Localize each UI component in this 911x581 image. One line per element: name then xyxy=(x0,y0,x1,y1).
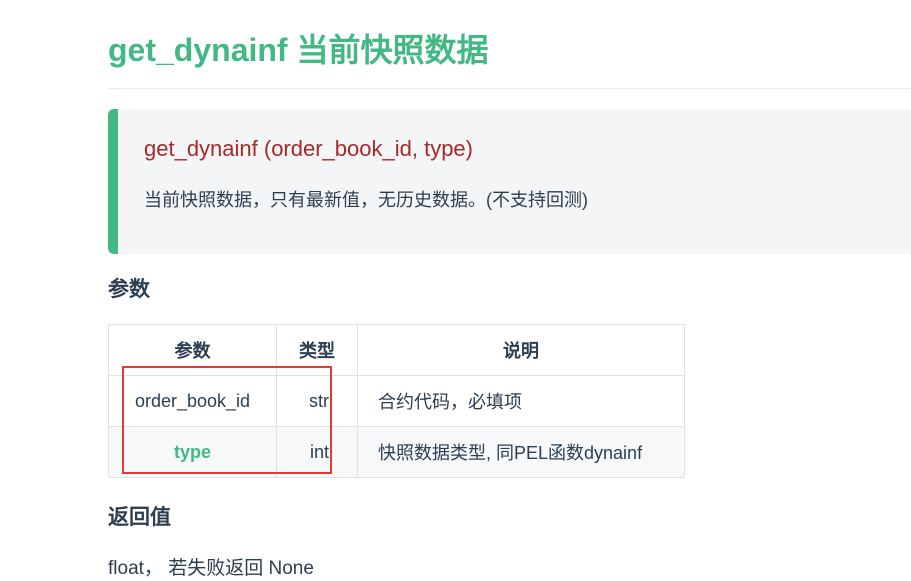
params-heading: 参数 xyxy=(108,278,150,301)
param-type-cell: int xyxy=(276,426,358,478)
callout-accent-bar xyxy=(108,109,118,254)
returns-heading: 返回值 xyxy=(108,506,171,529)
param-desc-cell: 快照数据类型, 同PEL函数dynainf xyxy=(357,426,685,478)
function-callout: get_dynainf (order_book_id, type) 当前快照数据… xyxy=(108,109,911,254)
function-signature: get_dynainf (order_book_id, type) xyxy=(144,136,473,161)
title-divider xyxy=(108,88,911,89)
param-name-cell: type xyxy=(108,426,277,478)
column-header-param: 参数 xyxy=(108,324,277,376)
table-header-row: 参数 类型 说明 xyxy=(108,324,685,376)
column-header-type: 类型 xyxy=(276,324,358,376)
function-description: 当前快照数据，只有最新值，无历史数据。(不支持回测) xyxy=(144,190,588,210)
param-type-cell: str xyxy=(276,375,358,427)
returns-text: float， 若失败返回 None xyxy=(108,558,314,579)
param-desc-cell: 合约代码，必填项 xyxy=(357,375,685,427)
params-table: 参数 类型 说明 order_book_id str 合约代码，必填项 type… xyxy=(108,324,685,478)
column-header-description: 说明 xyxy=(357,324,685,376)
table-row: type int 快照数据类型, 同PEL函数dynainf xyxy=(108,426,685,478)
param-name-text: type xyxy=(173,441,211,462)
param-name-cell: order_book_id xyxy=(108,375,277,427)
table-row: order_book_id str 合约代码，必填项 xyxy=(108,375,685,427)
page-title: get_dynainf 当前快照数据 xyxy=(108,32,489,68)
